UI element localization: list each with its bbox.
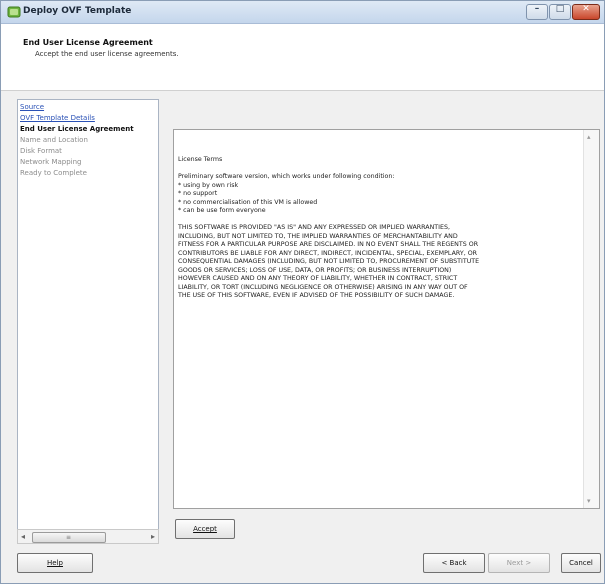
cancel-button[interactable]: Cancel <box>561 553 601 573</box>
eula-line: THE USE OF THIS SOFTWARE, EVEN IF ADVISE… <box>178 292 455 299</box>
eula-text-area[interactable]: License Terms Preliminary software versio… <box>173 129 600 509</box>
sidebar-item-source[interactable]: Source <box>20 103 44 111</box>
eula-blank-line <box>178 165 581 174</box>
title-bar: Deploy OVF Template – □ ✕ <box>1 1 604 24</box>
sidebar-item-ovf-template-details[interactable]: OVF Template Details <box>20 114 95 122</box>
page-title: End User License Agreement <box>23 38 153 47</box>
sidebar-item-network-mapping: Network Mapping <box>20 158 82 166</box>
grip-icon: ≡ <box>66 534 72 541</box>
eula-line: HOWEVER CAUSED AND ON ANY THEORY OF LIAB… <box>178 275 458 282</box>
next-button-label: Next > <box>506 559 532 567</box>
help-button[interactable]: Help <box>17 553 93 573</box>
sidebar-horizontal-scrollbar[interactable]: ◂ ≡ ▸ <box>17 529 159 544</box>
sidebar-item-name-and-location: Name and Location <box>20 136 88 144</box>
sidebar-item-eula: End User License Agreement <box>20 125 134 133</box>
scroll-down-icon[interactable]: ▾ <box>587 497 591 505</box>
cancel-button-label: Cancel <box>569 559 593 567</box>
next-button[interactable]: Next > <box>488 553 550 573</box>
eula-line: THIS SOFTWARE IS PROVIDED "AS IS" AND AN… <box>178 224 450 231</box>
eula-vertical-scrollbar[interactable]: ▴ ▾ <box>583 130 599 508</box>
wizard-header: End User License Agreement Accept the en… <box>1 24 604 91</box>
eula-line: INCLUDING, BUT NOT LIMITED TO, THE IMPLI… <box>178 232 458 240</box>
back-button[interactable]: < Back <box>423 553 485 573</box>
deploy-ovf-window: Deploy OVF Template – □ ✕ End User Licen… <box>0 0 605 584</box>
eula-line: * can be use form everyone <box>178 207 266 214</box>
scroll-left-icon[interactable]: ◂ <box>21 532 25 541</box>
window-title: Deploy OVF Template <box>23 6 132 16</box>
eula-line: LIABILITY, OR TORT (INCLUDING NEGLIGENCE… <box>178 283 468 291</box>
eula-line: FITNESS FOR A PARTICULAR PURPOSE ARE DIS… <box>178 241 479 248</box>
eula-line: CONTRIBUTORS BE LIABLE FOR ANY DIRECT, I… <box>178 249 478 257</box>
accept-button-label: Accept <box>193 525 217 533</box>
eula-line: * no commercialisation of this VM is all… <box>178 198 318 206</box>
eula-line: * no support <box>178 190 218 197</box>
eula-line: License Terms <box>178 156 223 163</box>
window-controls: – □ ✕ <box>526 4 600 20</box>
eula-text: License Terms Preliminary software versio… <box>178 156 581 301</box>
eula-line: CONSEQUENTIAL DAMAGES (INCLUDING, BUT NO… <box>178 258 480 265</box>
accept-button[interactable]: Accept <box>175 519 235 539</box>
wizard-steps-sidebar: Source OVF Template Details End User Lic… <box>17 99 159 532</box>
close-icon[interactable]: ✕ <box>572 4 600 20</box>
page-subtitle: Accept the end user license agreements. <box>35 50 179 58</box>
eula-blank-line <box>178 216 581 225</box>
scroll-up-icon[interactable]: ▴ <box>587 133 591 141</box>
scrollbar-thumb[interactable]: ≡ <box>32 532 106 543</box>
back-button-label: < Back <box>441 559 467 567</box>
help-button-label: Help <box>47 559 63 567</box>
sidebar-item-disk-format: Disk Format <box>20 147 62 155</box>
vsphere-app-icon <box>7 6 21 18</box>
sidebar-item-ready-to-complete: Ready to Complete <box>20 169 87 177</box>
scroll-right-icon[interactable]: ▸ <box>151 532 155 541</box>
eula-line: * using by own risk <box>178 181 239 189</box>
eula-line: GOODS OR SERVICES; LOSS OF USE, DATA, OR… <box>178 266 452 274</box>
minimize-icon[interactable]: – <box>526 4 548 20</box>
eula-line: Preliminary software version, which work… <box>178 173 395 180</box>
maximize-icon[interactable]: □ <box>549 4 571 20</box>
